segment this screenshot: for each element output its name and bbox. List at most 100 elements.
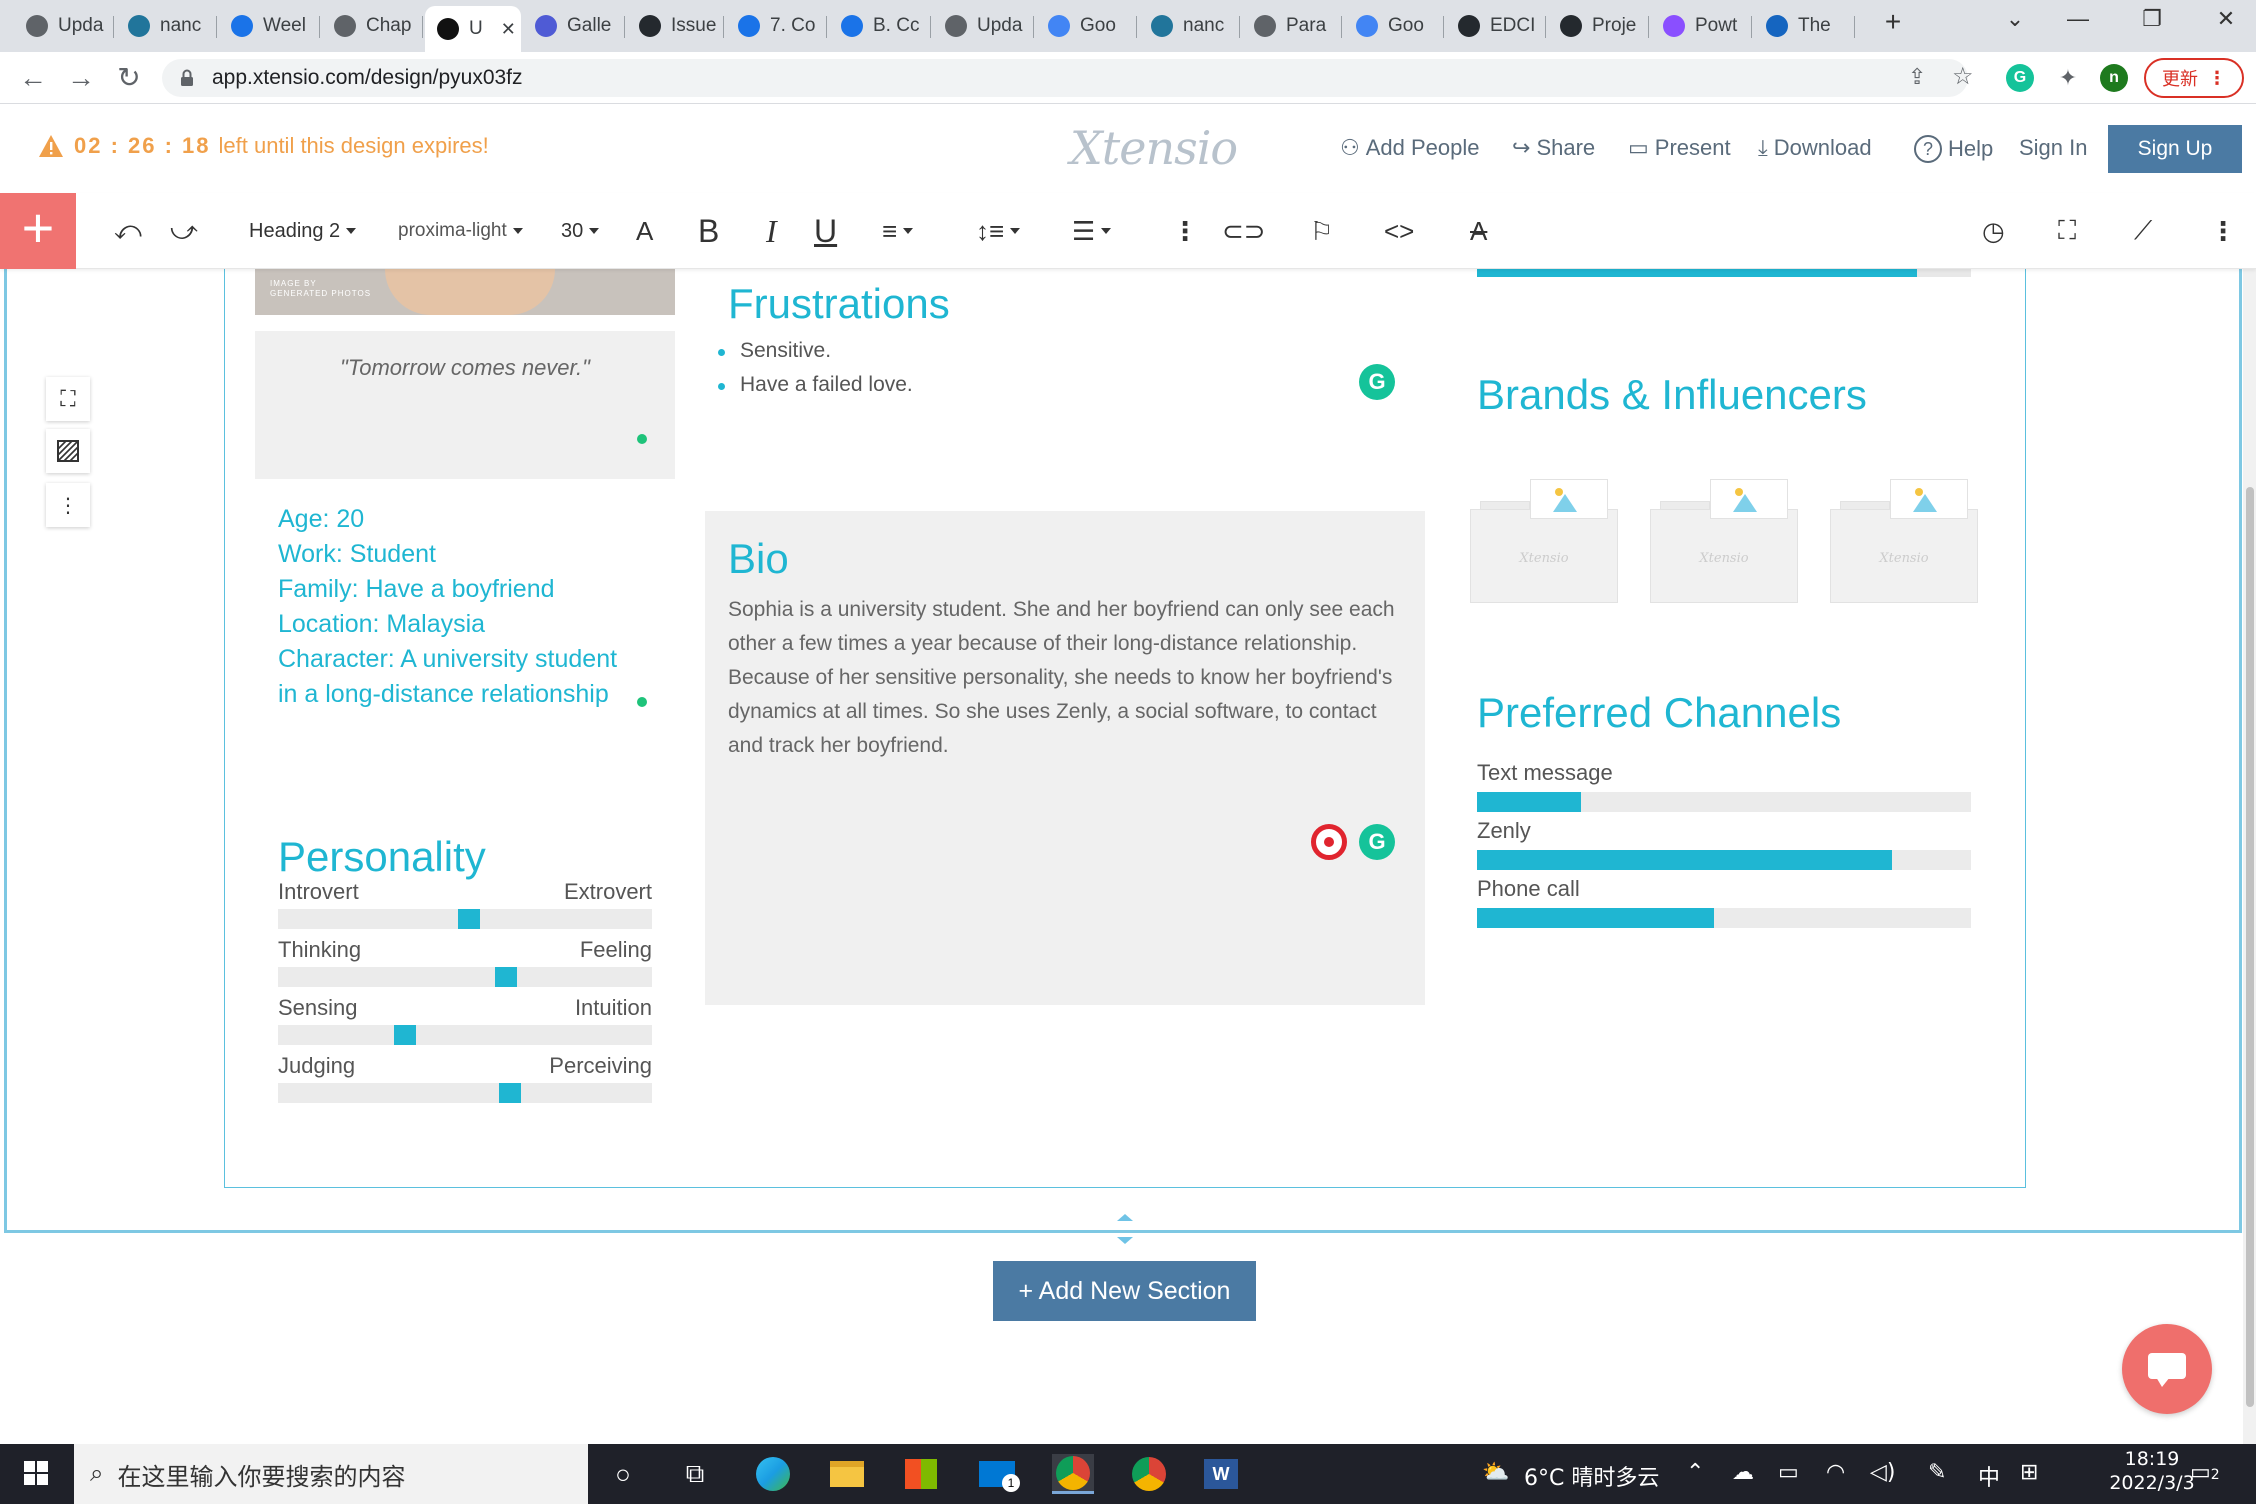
bio-heading[interactable]: Bio <box>728 535 789 583</box>
new-tab-button[interactable]: + <box>1873 6 1913 38</box>
pattern-tool-button[interactable] <box>46 429 90 473</box>
share-page-icon[interactable]: ⇪ <box>1908 64 1926 90</box>
line-height-dropdown[interactable]: ↕≡ <box>976 213 1021 249</box>
personality-slider-track[interactable] <box>278 1083 652 1103</box>
section-reorder-handle[interactable] <box>1115 1211 1135 1247</box>
sign-up-button[interactable]: Sign Up <box>2108 125 2242 173</box>
browser-tab[interactable]: Issue <box>627 8 724 44</box>
browser-tab[interactable]: 7. Co <box>726 8 827 44</box>
personality-slider-track[interactable] <box>278 967 652 987</box>
extensions-puzzle-icon[interactable]: ✦ <box>2054 64 2082 92</box>
frustrations-heading[interactable]: Frustrations <box>728 280 950 328</box>
browser-tab[interactable]: Goo <box>1344 8 1444 44</box>
bold-button[interactable]: B <box>698 213 719 249</box>
channel-bar-track[interactable] <box>1477 792 1971 812</box>
add-people-link[interactable]: ⚇ Add People <box>1340 135 1480 161</box>
font-family-dropdown[interactable]: proxima-light <box>398 213 523 249</box>
browser-tab[interactable]: The <box>1754 8 1855 44</box>
channel-label[interactable]: Text message <box>1477 760 1613 786</box>
ime-keyboard-icon[interactable]: ⊞ <box>2020 1460 2038 1485</box>
info-line[interactable]: Work: Student <box>278 540 436 569</box>
url-text[interactable]: app.xtensio.com/design/pyux03fz <box>212 66 523 90</box>
brand-image-placeholder[interactable]: Xtensio <box>1650 479 1798 603</box>
grammarly-extension-icon[interactable]: G <box>2006 64 2034 92</box>
personality-slider-handle[interactable] <box>458 909 480 929</box>
add-block-button[interactable]: + <box>0 193 76 269</box>
brands-heading[interactable]: Brands & Influencers <box>1477 371 1867 419</box>
redo-button[interactable]: ⤻ <box>170 213 198 249</box>
download-link[interactable]: ⤓ Download <box>1758 135 1872 161</box>
browser-tab[interactable]: Chap <box>322 8 423 44</box>
analytics-button[interactable]: ⟋ <box>2134 213 2152 249</box>
personality-slider-track[interactable] <box>278 909 652 929</box>
browser-update-button[interactable]: 更新 ⋮ <box>2144 58 2244 98</box>
more-options-button[interactable]: ⋮ <box>2210 213 2236 249</box>
quote-text[interactable]: "Tomorrow comes never." <box>255 355 675 381</box>
bookmark-star-icon[interactable]: ☆ <box>1952 62 1974 91</box>
task-view-icon[interactable]: ⧉ <box>674 1454 716 1494</box>
volume-icon[interactable]: ◁) <box>1870 1460 1896 1485</box>
scrollbar-thumb[interactable] <box>2246 487 2254 1407</box>
chat-support-button[interactable] <box>2122 1324 2212 1414</box>
info-line[interactable]: Character: A university student <box>278 645 617 674</box>
channel-bar-track[interactable] <box>1477 850 1971 870</box>
browser-tab[interactable]: Goo <box>1036 8 1137 44</box>
edge-browser-icon[interactable] <box>752 1454 794 1494</box>
history-button[interactable]: ◷ <box>1982 213 2005 249</box>
channel-label[interactable]: Phone call <box>1477 876 1580 902</box>
weather-icon[interactable]: ⛅ <box>1482 1460 1509 1485</box>
minimize-button[interactable]: — <box>2058 6 2098 32</box>
target-icon[interactable] <box>1311 824 1347 860</box>
clear-format-button[interactable]: A <box>1470 213 1487 249</box>
network-icon[interactable]: ◠ <box>1826 1460 1845 1485</box>
bio-box[interactable]: Bio Sophia is a university student. She … <box>705 511 1425 1005</box>
tab-search-chevron-icon[interactable]: ⌄ <box>1995 6 2035 32</box>
info-line[interactable]: in a long-distance relationship <box>278 680 609 709</box>
browser-tab[interactable]: Weel <box>219 8 320 44</box>
sign-in-link[interactable]: Sign In <box>2019 135 2088 161</box>
channel-bar-track[interactable] <box>1477 908 1971 928</box>
browser-tab[interactable]: B. Cc <box>829 8 931 44</box>
browser-tab[interactable]: nanc <box>1139 8 1240 44</box>
paint-tool-button[interactable]: ⛶ <box>46 377 90 421</box>
channels-heading[interactable]: Preferred Channels <box>1477 689 1841 737</box>
brand-image-placeholder[interactable]: Xtensio <box>1830 479 1978 603</box>
help-link[interactable]: ? Help <box>1914 135 1993 163</box>
personality-heading[interactable]: Personality <box>278 833 486 881</box>
taskbar-search[interactable]: ⌕ 在这里输入你要搜索的内容 <box>74 1444 588 1504</box>
flag-button[interactable]: ⚐ <box>1310 213 1333 249</box>
onedrive-icon[interactable]: ☁ <box>1732 1460 1754 1485</box>
share-link[interactable]: ↪ Share <box>1512 135 1595 161</box>
pen-icon[interactable]: ✎ <box>1928 1460 1946 1485</box>
reload-button[interactable]: ↻ <box>112 62 146 94</box>
chrome-profile-icon[interactable] <box>1128 1454 1170 1494</box>
chrome-icon[interactable] <box>1052 1454 1094 1494</box>
restore-button[interactable]: ❐ <box>2132 6 2172 32</box>
profile-avatar[interactable]: n <box>2100 64 2128 92</box>
browser-tab[interactable]: Powt <box>1651 8 1752 44</box>
cortana-icon[interactable]: ○ <box>602 1454 644 1494</box>
add-new-section-button[interactable]: + Add New Section <box>993 1261 1256 1321</box>
bio-text[interactable]: Sophia is a university student. She and … <box>728 593 1408 763</box>
mail-icon[interactable]: 1 <box>976 1454 1020 1494</box>
personality-slider-handle[interactable] <box>499 1083 521 1103</box>
microsoft-store-icon[interactable] <box>900 1454 942 1494</box>
more-format-button[interactable]: ⋮ <box>1172 213 1198 249</box>
present-link[interactable]: ▭ Present <box>1628 135 1731 161</box>
browser-tab[interactable]: Upda <box>933 8 1034 44</box>
word-icon[interactable]: W <box>1200 1454 1242 1494</box>
back-button[interactable]: ← <box>16 62 50 94</box>
forward-button[interactable]: → <box>64 62 98 94</box>
personality-slider-track[interactable] <box>278 1025 652 1045</box>
browser-tab[interactable]: Galle <box>523 8 625 44</box>
ime-indicator[interactable]: 中 <box>1978 1460 2000 1492</box>
align-dropdown[interactable]: ≡ <box>882 213 914 249</box>
underline-button[interactable]: U <box>814 213 837 249</box>
browser-tab[interactable]: Proje <box>1548 8 1649 44</box>
font-size-dropdown[interactable]: 30 <box>561 213 600 249</box>
link-button[interactable]: ⊂⊃ <box>1222 213 1266 249</box>
info-line[interactable]: Age: 20 <box>278 505 364 534</box>
info-line[interactable]: Location: Malaysia <box>278 610 485 639</box>
side-more-button[interactable]: ⋮ <box>46 483 90 527</box>
close-tab-icon[interactable]: ✕ <box>501 19 516 40</box>
